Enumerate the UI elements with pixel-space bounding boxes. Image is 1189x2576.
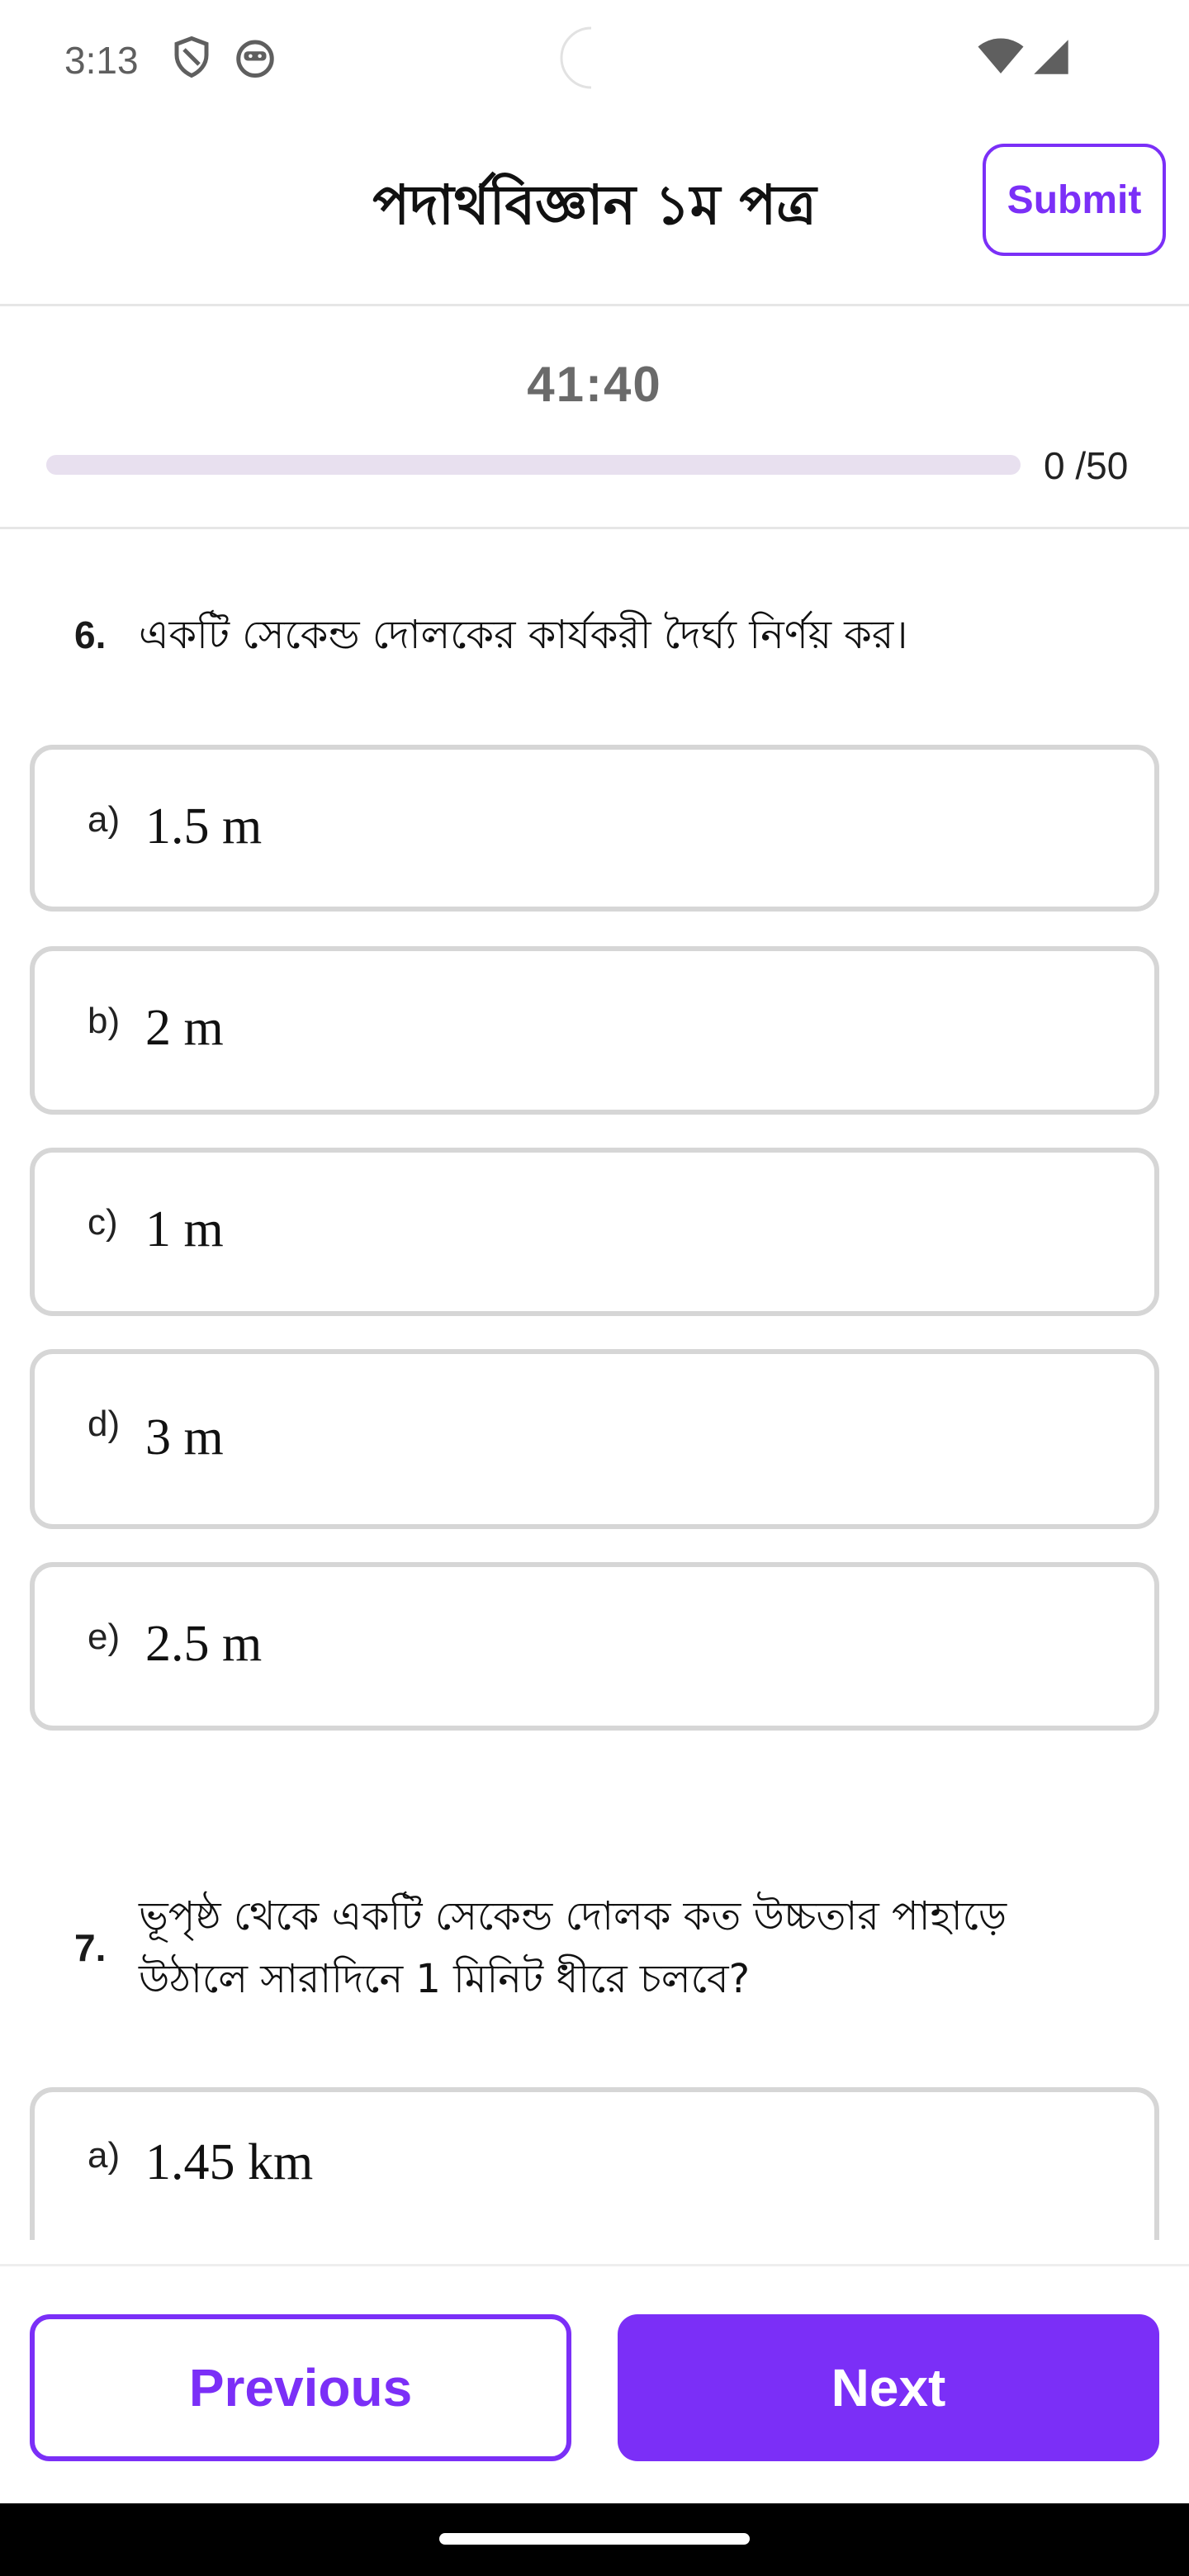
option-letter: a) [88, 2135, 121, 2176]
question-text-line: ভূপৃষ্ঠ থেকে একটি সেকেন্ড দোলক কত উচ্চতা… [139, 1893, 1007, 1939]
option-letter: c) [88, 1202, 118, 1243]
bottom-navigation: Previous Next [0, 2264, 1189, 2506]
shield-icon [169, 35, 214, 79]
option-letter: a) [88, 799, 121, 840]
option-letter: b) [88, 1001, 121, 1041]
option-letter: e) [88, 1617, 121, 1657]
wifi-icon [976, 35, 1026, 79]
option-text: 2.5 m [145, 1616, 263, 1672]
option-a[interactable]: a) 1.5 m [30, 745, 1159, 912]
option-b[interactable]: b) 2 m [30, 946, 1159, 1115]
question-text-line: উঠালে সারাদিনে 1 মিনিট ধীরে চলবে? [139, 1956, 751, 2002]
question-number: 6. [74, 613, 107, 656]
question-number: 7. [74, 1926, 107, 1969]
option-a[interactable]: a) 1.45 km [30, 2087, 1159, 2240]
home-gesture-handle[interactable] [439, 2533, 750, 2545]
option-text: 1 m [145, 1201, 224, 1257]
option-text: 2 m [145, 1000, 224, 1056]
countdown-timer: 41:40 [527, 357, 662, 412]
progress-count: 0 /50 [1044, 444, 1129, 487]
option-text: 1.45 km [145, 2134, 314, 2190]
progress-bar [46, 455, 1021, 475]
robot-face-icon [233, 35, 277, 79]
camera-cutout [558, 25, 624, 91]
option-text: 1.5 m [145, 798, 263, 855]
previous-button[interactable]: Previous [30, 2314, 571, 2461]
option-c[interactable]: c) 1 m [30, 1148, 1159, 1316]
question-list[interactable]: 6. একটি সেকেন্ড দোলকের কার্যকরী দৈর্ঘ্য … [0, 529, 1189, 2240]
option-e[interactable]: e) 2.5 m [30, 1562, 1159, 1731]
status-time: 3:13 [64, 39, 139, 82]
next-button[interactable]: Next [618, 2314, 1159, 2461]
status-bar: 3:13 [0, 0, 1189, 124]
option-letter: d) [88, 1404, 121, 1444]
app-header: পদার্থবিজ্ঞান ১ম পত্র Submit [0, 124, 1189, 306]
option-d[interactable]: d) 3 m [30, 1349, 1159, 1529]
cellular-signal-icon [1032, 35, 1077, 79]
question-6: 6. একটি সেকেন্ড দোলকের কার্যকরী দৈর্ঘ্য … [74, 604, 1148, 666]
system-gesture-bar [0, 2503, 1189, 2576]
option-text: 3 m [145, 1409, 224, 1466]
submit-button[interactable]: Submit [983, 144, 1166, 256]
question-text: ভূপৃষ্ঠ থেকে একটি সেকেন্ড দোলক কত উচ্চতা… [139, 1885, 1007, 2010]
question-7: 7. ভূপৃষ্ঠ থেকে একটি সেকেন্ড দোলক কত উচ্… [74, 1885, 1148, 2010]
question-text: একটি সেকেন্ড দোলকের কার্যকরী দৈর্ঘ্য নির… [139, 612, 908, 658]
timer-panel: 41:40 0 /50 [0, 306, 1189, 529]
